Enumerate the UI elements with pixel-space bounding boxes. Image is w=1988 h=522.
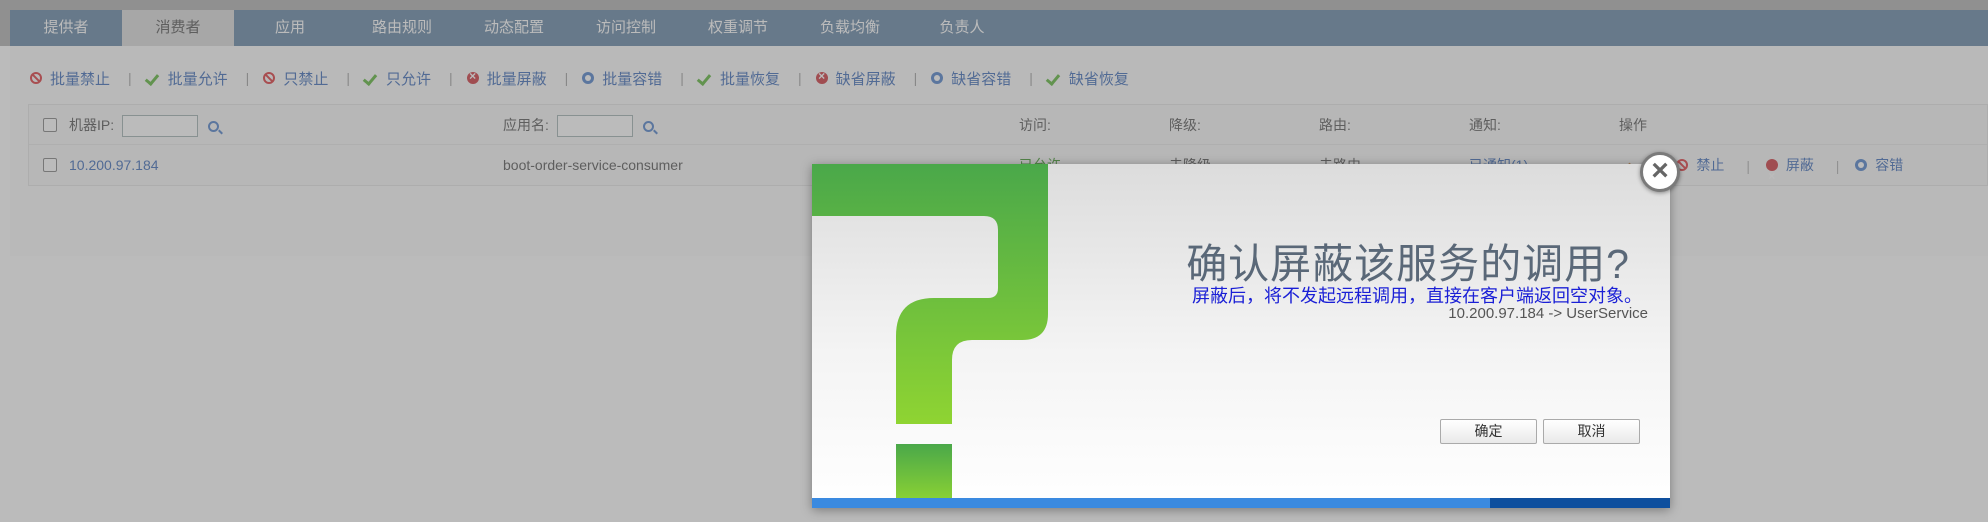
progress-fill bbox=[812, 498, 1490, 508]
confirm-button[interactable]: 确定 bbox=[1440, 419, 1537, 444]
dialog-title: 确认屏蔽该服务的调用? bbox=[1186, 241, 1630, 287]
cancel-button[interactable]: 取消 bbox=[1543, 419, 1640, 444]
dialog-detail: 10.200.97.184 -> UserService bbox=[1448, 305, 1648, 322]
countdown-progress bbox=[812, 498, 1670, 508]
question-mark-icon bbox=[812, 164, 1048, 498]
confirm-dialog: 确认屏蔽该服务的调用? 屏蔽后，将不发起远程调用，直接在客户端返回空对象。 10… bbox=[812, 164, 1670, 508]
close-icon[interactable]: × bbox=[1640, 152, 1680, 192]
